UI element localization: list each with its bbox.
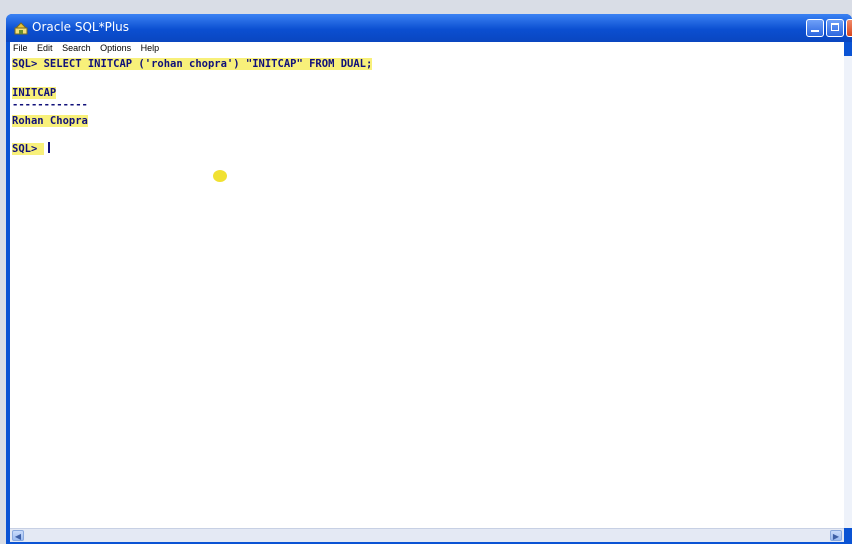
menu-bar: File Edit Search Options Help (10, 42, 844, 56)
sql-console[interactable]: SQL> SELECT INITCAP ('rohan chopra') "IN… (10, 56, 844, 528)
minimize-button[interactable] (806, 19, 824, 37)
scroll-left-arrow-icon[interactable]: ◀ (12, 530, 24, 541)
menu-help[interactable]: Help (138, 42, 164, 53)
console-line-separator: ------------ (12, 99, 88, 111)
console-line-result: Rohan Chopra (12, 115, 88, 127)
maximize-icon (831, 23, 839, 31)
vertical-scrollbar[interactable] (844, 56, 852, 528)
window-title: Oracle SQL*Plus (32, 20, 130, 34)
column-header-text: INITCAP (12, 87, 57, 99)
sqlplus-window: Oracle SQL*Plus File Edit Search Options… (6, 14, 852, 544)
result-text: Rohan Chopra (12, 115, 88, 127)
close-button[interactable] (846, 19, 852, 37)
menu-search[interactable]: Search (59, 42, 95, 53)
maximize-button[interactable] (826, 19, 844, 37)
command-text: SQL> SELECT INITCAP ('rohan chopra') "IN… (12, 58, 373, 70)
console-line-prompt: SQL> (12, 142, 50, 155)
minimize-icon (811, 30, 819, 32)
text-cursor (47, 142, 50, 153)
separator-text: ------------ (12, 99, 88, 111)
title-bar[interactable]: Oracle SQL*Plus (6, 14, 852, 42)
scroll-right-arrow-icon[interactable]: ▶ (830, 530, 842, 541)
menu-edit[interactable]: Edit (34, 42, 57, 53)
prompt-text: SQL> (12, 143, 44, 155)
oracle-sqlplus-icon (14, 22, 28, 35)
highlighter-mark (213, 170, 227, 182)
menu-options[interactable]: Options (97, 42, 135, 53)
console-line-command: SQL> SELECT INITCAP ('rohan chopra') "IN… (12, 58, 373, 70)
console-line-column-header: INITCAP (12, 87, 57, 99)
menu-file[interactable]: File (10, 42, 32, 53)
horizontal-scrollbar[interactable]: ◀ ▶ (10, 528, 844, 542)
